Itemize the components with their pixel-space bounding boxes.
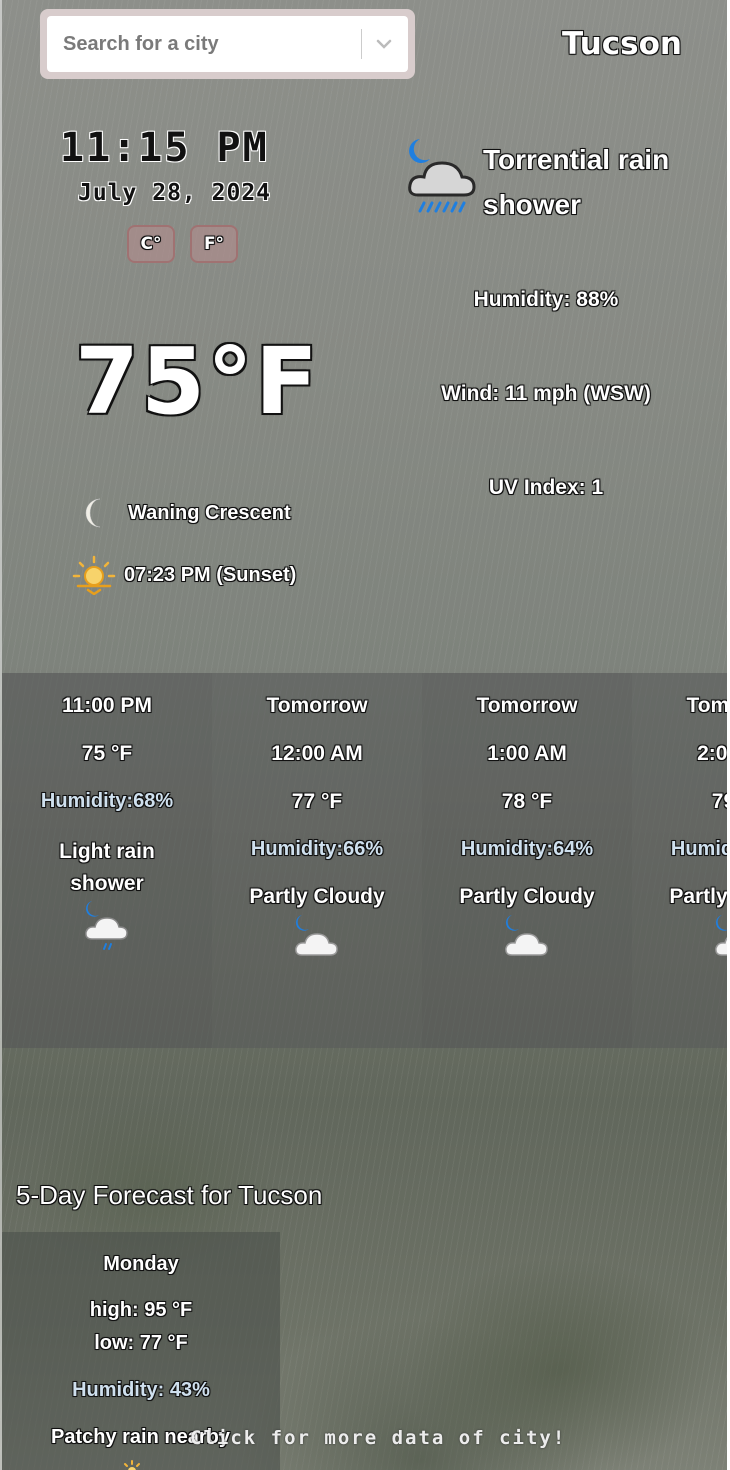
hourly-card: Tomorrow 1:00 AM 78 °F Humidity:64% Part… <box>422 673 632 1048</box>
hour-temp: 75 °F <box>81 742 133 765</box>
forecast-day-name: Monday <box>103 1253 179 1275</box>
uv-index-stat: UV Index: 1 <box>488 476 604 499</box>
hourly-card: Tomorrow 2:00 AM 79 °F Humidity:62% Part… <box>632 673 727 1048</box>
hour-day: Tomorrow <box>686 694 727 717</box>
moon-phase-row: Waning Crescent <box>82 496 291 530</box>
current-temperature: 75°F <box>75 328 320 435</box>
forecast-high: high: 95 °F <box>89 1299 193 1321</box>
night-rain-cloud-icon <box>85 901 128 950</box>
hour-time: 2:00 AM <box>697 742 727 765</box>
hourly-card: Tomorrow 12:00 AM 77 °F Humidity:66% Par… <box>212 673 422 1048</box>
more-data-link[interactable]: Click for more data of city! <box>190 1427 566 1449</box>
night-partly-cloudy-icon <box>715 915 727 956</box>
sunset-row: 07:23 PM (Sunset) <box>72 555 296 595</box>
hour-humidity: Humidity:66% <box>250 838 384 860</box>
hour-condition: Partly Cloudy <box>459 885 595 908</box>
hour-day: Tomorrow <box>266 694 368 717</box>
hour-temp: 79 °F <box>711 790 727 813</box>
celsius-button[interactable]: C° <box>127 225 175 263</box>
hour-time: 1:00 AM <box>487 742 567 765</box>
search-input[interactable] <box>61 31 349 57</box>
humidity-stat: Humidity: 88% <box>473 288 619 311</box>
current-time: 11:15 PM <box>60 125 269 171</box>
search-separator <box>361 29 362 59</box>
search-container <box>40 9 415 79</box>
search-box <box>47 16 408 72</box>
forecast-low: low: 77 °F <box>94 1332 188 1354</box>
hour-time: 11:00 PM <box>62 694 152 717</box>
current-date: July 28, 2024 <box>78 180 272 206</box>
night-partly-cloudy-icon <box>505 915 548 956</box>
sunset-icon <box>72 555 116 595</box>
hour-condition: Light rain shower <box>59 840 155 895</box>
hour-condition: Partly Cloudy <box>669 885 727 908</box>
hour-condition: Partly Cloudy <box>249 885 385 908</box>
moon-phase-label: Waning Crescent <box>128 501 291 524</box>
night-rain-cloud-icon <box>408 139 476 213</box>
hour-humidity: Humidity:68% <box>40 790 174 812</box>
city-name: Tucson <box>561 26 682 62</box>
chevron-down-icon[interactable] <box>374 34 394 54</box>
hourly-card: 11:00 PM 75 °F Humidity:68% Light rain s… <box>2 673 212 1048</box>
hourly-forecast[interactable]: 11:00 PM 75 °F Humidity:68% Light rain s… <box>2 673 727 1048</box>
wind-stat: Wind: 11 mph (WSW) <box>441 382 651 405</box>
fahrenheit-button[interactable]: F° <box>190 225 238 263</box>
forecast-title: 5-Day Forecast for Tucson <box>16 1180 323 1210</box>
sunset-label: 07:23 PM (Sunset) <box>124 563 297 586</box>
current-condition: Torrential rain shower <box>483 144 670 220</box>
hour-humidity: Humidity:62% <box>670 838 727 860</box>
moon-icon <box>85 498 101 528</box>
hour-temp: 77 °F <box>291 790 343 813</box>
hour-humidity: Humidity:64% <box>460 838 594 860</box>
hour-day: Tomorrow <box>476 694 578 717</box>
hour-time: 12:00 AM <box>271 742 363 765</box>
night-partly-cloudy-icon <box>295 915 338 956</box>
sun-icon <box>124 1460 140 1470</box>
forecast-humidity: Humidity: 43% <box>72 1379 210 1401</box>
hour-temp: 78 °F <box>501 790 553 813</box>
